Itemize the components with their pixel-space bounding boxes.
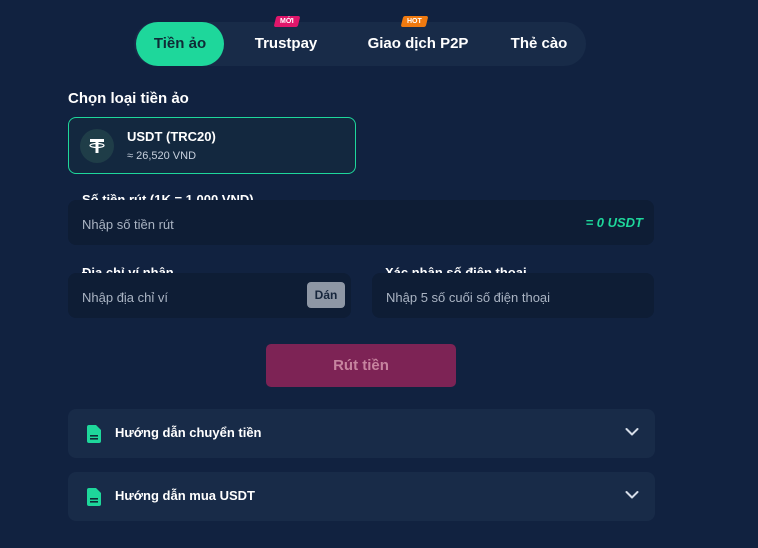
tab-scratch-card[interactable]: Thẻ cào: [494, 22, 584, 66]
tab-crypto-label: Tiền ảo: [153, 35, 207, 52]
guide-transfer-accordion[interactable]: Hướng dẫn chuyển tiền: [68, 409, 655, 458]
coin-name: USDT (TRC20): [127, 129, 216, 144]
tab-scratch-card-label: Thẻ cào: [510, 35, 568, 52]
document-icon: [87, 425, 101, 443]
chevron-down-icon: [625, 428, 639, 436]
usdt-equivalent: = 0 USDT: [585, 215, 643, 230]
amount-input[interactable]: [82, 202, 493, 247]
tab-p2p[interactable]: Giao dịch P2P HOT: [350, 16, 486, 66]
coin-rate: ≈ 26,520 VND: [127, 150, 197, 162]
tab-crypto[interactable]: Tiền ảo: [136, 22, 224, 66]
tab-trustpay[interactable]: Trustpay MỚI: [234, 16, 338, 66]
section-title: Chọn loại tiền ảo: [68, 90, 189, 107]
payment-method-tabs: Tiền ảo Trustpay MỚI Giao dịch P2P HOT T…: [134, 16, 586, 66]
chevron-down-icon: [625, 491, 639, 499]
wallet-address-input[interactable]: [82, 275, 281, 320]
withdraw-page: Tiền ảo Trustpay MỚI Giao dịch P2P HOT T…: [0, 0, 758, 548]
tether-icon: [80, 129, 114, 163]
guide-transfer-label: Hướng dẫn chuyển tiền: [115, 425, 262, 440]
phone-confirm-input[interactable]: [386, 275, 640, 320]
amount-field: = 0 USDT: [68, 200, 654, 247]
phone-field: [372, 273, 654, 320]
tab-p2p-label: Giao dịch P2P: [367, 35, 469, 52]
withdraw-button[interactable]: Rút tiền: [266, 344, 456, 387]
wallet-field: Dán: [68, 273, 351, 320]
guide-buy-usdt-accordion[interactable]: Hướng dẫn mua USDT: [68, 472, 655, 521]
coin-option-usdt[interactable]: USDT (TRC20) ≈ 26,520 VND: [68, 117, 356, 174]
guide-buy-usdt-label: Hướng dẫn mua USDT: [115, 488, 255, 503]
document-icon: [87, 488, 101, 506]
new-badge: MỚI: [273, 16, 301, 27]
paste-button[interactable]: Dán: [307, 282, 345, 308]
hot-badge: HOT: [400, 16, 429, 27]
tab-trustpay-label: Trustpay: [254, 35, 318, 52]
